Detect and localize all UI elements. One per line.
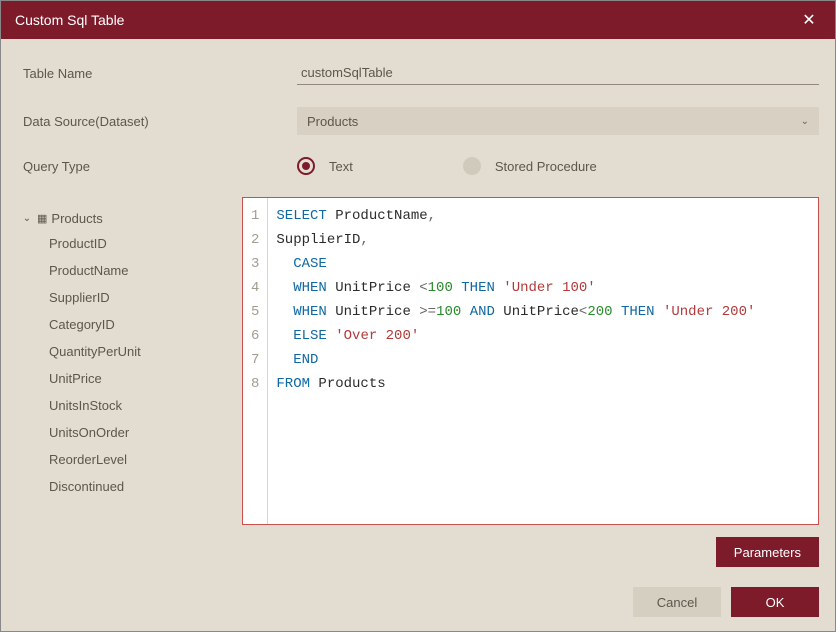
code-line: CASE [276, 252, 755, 276]
code-line: SELECT ProductName, [276, 204, 755, 228]
tree-field-label: CategoryID [49, 317, 115, 332]
row-data-source: Data Source(Dataset) Products ⌄ [17, 107, 819, 135]
table-icon: ▦ [37, 212, 47, 225]
radio-text-label: Text [329, 159, 353, 174]
tree-field-label: SupplierID [49, 290, 110, 305]
parameters-button[interactable]: Parameters [716, 537, 819, 567]
tree-children: ProductID ProductName SupplierID CategoryID… [21, 230, 242, 500]
close-icon[interactable]: ✕ [797, 10, 821, 30]
titlebar: Custom Sql Table ✕ [1, 1, 835, 39]
tree-field-label: UnitPrice [49, 371, 102, 386]
tree-field[interactable]: ProductName [49, 257, 242, 284]
line-number: 7 [251, 348, 259, 372]
code-line: SupplierID, [276, 228, 755, 252]
dialog-title: Custom Sql Table [15, 12, 124, 28]
tree-field[interactable]: UnitsInStock [49, 392, 242, 419]
tree-field-label: UnitsOnOrder [49, 425, 129, 440]
tree-field[interactable]: Discontinued [49, 473, 242, 500]
tree-field-label: Discontinued [49, 479, 124, 494]
line-number: 6 [251, 324, 259, 348]
data-source-select[interactable]: Products ⌄ [297, 107, 819, 135]
tree-field-label: UnitsInStock [49, 398, 122, 413]
radio-sp-label: Stored Procedure [495, 159, 597, 174]
line-gutter: 12345678 [243, 198, 268, 524]
tree-field[interactable]: ProductID [49, 230, 242, 257]
table-name-input-wrap [297, 61, 819, 85]
tree-field-label: ProductName [49, 263, 128, 278]
line-number: 5 [251, 300, 259, 324]
tree-field[interactable]: ReorderLevel [49, 446, 242, 473]
code-line: WHEN UnitPrice >=100 AND UnitPrice<200 T… [276, 300, 755, 324]
data-source-value: Products [307, 114, 358, 129]
label-query-type: Query Type [17, 159, 297, 174]
radio-icon [297, 157, 315, 175]
chevron-down-icon: ⌄ [801, 116, 809, 127]
row-table-name: Table Name [17, 61, 819, 85]
dialog-window: Custom Sql Table ✕ Table Name Data Sourc… [0, 0, 836, 632]
line-number: 3 [251, 252, 259, 276]
code-line: ELSE 'Over 200' [276, 324, 755, 348]
ok-button[interactable]: OK [731, 587, 819, 617]
line-number: 4 [251, 276, 259, 300]
data-source-select-wrap: Products ⌄ [297, 107, 819, 135]
tree-field[interactable]: QuantityPerUnit [49, 338, 242, 365]
middle-panel: ⌄ ▦ Products ProductID ProductName Supplie… [17, 197, 819, 525]
line-number: 2 [251, 228, 259, 252]
tree-field[interactable]: UnitsOnOrder [49, 419, 242, 446]
dialog-footer: Cancel OK [1, 581, 835, 631]
tree-field-label: ReorderLevel [49, 452, 127, 467]
label-data-source: Data Source(Dataset) [17, 114, 297, 129]
tree-field[interactable]: SupplierID [49, 284, 242, 311]
dialog-content: Table Name Data Source(Dataset) Products… [1, 39, 835, 581]
tree-root-products[interactable]: ⌄ ▦ Products [21, 207, 242, 230]
code-area[interactable]: SELECT ProductName,SupplierID, CASE WHEN… [268, 198, 763, 524]
tree-field[interactable]: UnitPrice [49, 365, 242, 392]
fields-tree: ⌄ ▦ Products ProductID ProductName Supplie… [17, 197, 242, 525]
code-line: END [276, 348, 755, 372]
tree-field[interactable]: CategoryID [49, 311, 242, 338]
table-name-input[interactable] [301, 65, 815, 80]
tree-field-label: ProductID [49, 236, 107, 251]
line-number: 1 [251, 204, 259, 228]
query-type-radio-group: Text Stored Procedure [297, 157, 819, 175]
line-number: 8 [251, 372, 259, 396]
tree-root-label: Products [51, 211, 102, 226]
code-line: WHEN UnitPrice <100 THEN 'Under 100' [276, 276, 755, 300]
radio-text[interactable]: Text [297, 157, 353, 175]
cancel-button[interactable]: Cancel [633, 587, 721, 617]
code-line: FROM Products [276, 372, 755, 396]
chevron-down-icon: ⌄ [21, 213, 33, 224]
tree-field-label: QuantityPerUnit [49, 344, 141, 359]
row-query-type: Query Type Text Stored Procedure [17, 157, 819, 175]
sql-editor[interactable]: 12345678 SELECT ProductName,SupplierID, … [242, 197, 819, 525]
radio-stored-procedure[interactable]: Stored Procedure [463, 157, 597, 175]
params-row: Parameters [17, 525, 819, 567]
radio-icon [463, 157, 481, 175]
label-table-name: Table Name [17, 66, 297, 81]
